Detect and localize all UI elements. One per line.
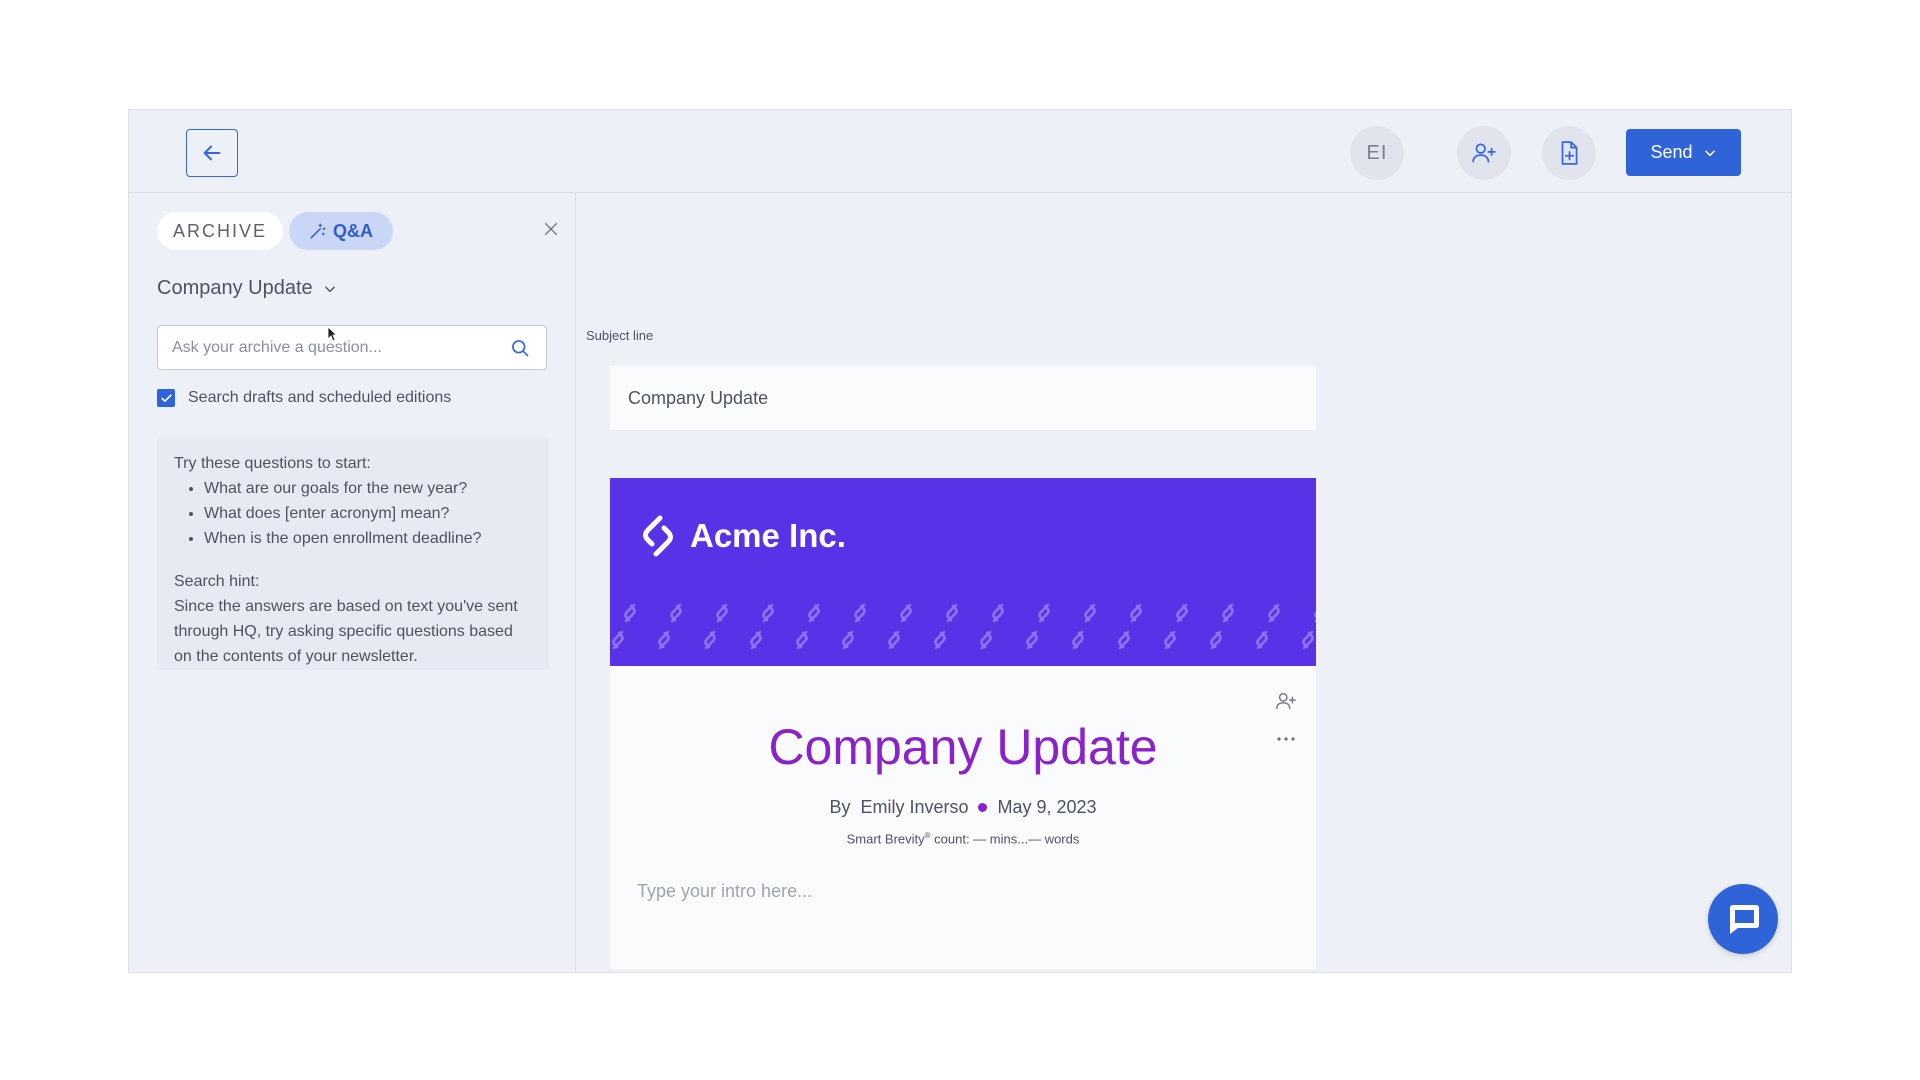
- banner-swirl: [900, 603, 912, 623]
- banner-swirl: [808, 603, 820, 623]
- author-name[interactable]: Emily Inverso: [860, 797, 968, 818]
- search-drafts-option: Search drafts and scheduled editions: [157, 389, 451, 407]
- banner-swirl: [992, 603, 1004, 623]
- subject-line-value: Company Update: [628, 387, 769, 408]
- banner-swirl: [1302, 630, 1314, 650]
- banner-swirl: [888, 630, 900, 650]
- publish-date[interactable]: May 9, 2023: [997, 797, 1096, 818]
- banner-swirl: [1210, 630, 1222, 650]
- search-icon: [512, 340, 529, 357]
- chat-support-button[interactable]: [1708, 884, 1778, 954]
- tab-qa[interactable]: Q&A: [289, 212, 393, 250]
- banner-swirl: [612, 630, 624, 650]
- intro-input[interactable]: Type your intro here...: [637, 881, 812, 902]
- byline-prefix: By: [829, 797, 851, 817]
- banner-swirl: [796, 630, 808, 650]
- wand-icon: [310, 223, 326, 239]
- banner-swirl: [1084, 603, 1096, 623]
- suggested-question[interactable]: When is the open enrollment deadline?: [204, 526, 532, 551]
- banner-swirl: [704, 630, 716, 650]
- newsletter-selector[interactable]: Company Update: [157, 277, 337, 300]
- tab-archive-label: ARCHIVE: [172, 220, 267, 241]
- send-label: Send: [1650, 142, 1693, 162]
- suggested-question[interactable]: What are our goals for the new year?: [204, 476, 532, 501]
- banner-swirl: [624, 603, 636, 623]
- app-window: EI Send ARCHIVE Q&A Company Update Ask y…: [128, 109, 1792, 973]
- qa-sidebar: ARCHIVE Q&A Company Update Ask your arch…: [129, 193, 576, 972]
- hint-title: Search hint:: [174, 573, 260, 590]
- banner-swirl: [854, 603, 866, 623]
- check-icon: [160, 393, 172, 402]
- search-button[interactable]: [510, 338, 530, 358]
- chat-icon: [1730, 905, 1759, 934]
- banner-swirl: [750, 630, 762, 650]
- banner-pattern: [612, 603, 1316, 650]
- banner-swirl: [1176, 603, 1188, 623]
- banner-swirl: [842, 630, 854, 650]
- hint-intro: Try these questions to start:: [174, 455, 371, 472]
- banner-swirl: [1130, 603, 1142, 623]
- brevity-suffix: count: — mins...— words: [930, 831, 1080, 847]
- brand-logo: Acme Inc.: [638, 514, 846, 558]
- banner-swirl: [1222, 603, 1234, 623]
- banner-swirl: [1268, 603, 1280, 623]
- banner-swirl: [1256, 630, 1268, 650]
- back-button[interactable]: [186, 129, 238, 177]
- add-collaborator-button[interactable]: [1457, 126, 1511, 180]
- banner-swirl: [980, 630, 992, 650]
- banner-swirl: [1072, 630, 1084, 650]
- smart-brevity-count: Smart Brevity® count: — mins...— words: [610, 831, 1316, 846]
- banner-swirl: [1118, 630, 1130, 650]
- close-sidebar-button[interactable]: [540, 218, 562, 240]
- send-button[interactable]: Send: [1626, 129, 1741, 176]
- user-avatar[interactable]: EI: [1350, 126, 1404, 180]
- hint-box: Try these questions to start: What are o…: [157, 437, 549, 670]
- banner-swirl: [762, 603, 774, 623]
- banner-swirl: [658, 630, 670, 650]
- chevron-down-icon: [324, 286, 335, 292]
- suggested-questions: What are our goals for the new year? Wha…: [174, 476, 532, 551]
- banner-swirl: [1164, 630, 1176, 650]
- add-author-button[interactable]: [1273, 688, 1299, 714]
- banner-swirl: [934, 630, 946, 650]
- subject-line-field[interactable]: Company Update: [610, 366, 1316, 430]
- hint-body: Since the answers are based on text you'…: [174, 598, 518, 665]
- arrow-left-icon: [203, 145, 221, 161]
- byline: By Emily Inverso May 9, 2023: [610, 797, 1316, 818]
- newsletter-selector-label: Company Update: [157, 277, 313, 299]
- file-plus-icon: [1561, 141, 1578, 165]
- avatar-initials: EI: [1366, 141, 1388, 164]
- brand-name: Acme Inc.: [690, 517, 846, 554]
- tab-qa-label: Q&A: [333, 220, 373, 241]
- brevity-prefix: Smart Brevity: [846, 831, 925, 847]
- banner-swirl: [946, 603, 958, 623]
- banner-swirl: [670, 603, 682, 623]
- banner-swirl: [1026, 630, 1038, 650]
- search-drafts-label: Search drafts and scheduled editions: [188, 389, 452, 406]
- newsletter-banner[interactable]: Acme Inc.: [610, 478, 1316, 666]
- user-plus-icon: [1472, 143, 1496, 163]
- archive-search-box: [157, 325, 547, 370]
- mouse-cursor-icon: [327, 326, 337, 342]
- top-bar: EI Send: [129, 110, 1791, 193]
- tab-archive[interactable]: ARCHIVE: [157, 212, 283, 250]
- chevron-down-icon: [1704, 149, 1715, 156]
- close-icon: [545, 223, 557, 235]
- subject-line-label: Subject line: [586, 328, 654, 343]
- search-drafts-checkbox[interactable]: [157, 389, 175, 407]
- newsletter-body: Company Update By Emily Inverso May 9, 2…: [610, 666, 1316, 969]
- acme-logo-icon: [643, 515, 673, 557]
- new-document-button[interactable]: [1542, 126, 1596, 180]
- suggested-question[interactable]: What does [enter acronym] mean?: [204, 501, 532, 526]
- byline-separator: [978, 803, 988, 812]
- user-plus-icon: [1276, 692, 1296, 710]
- banner-swirl: [1314, 603, 1316, 623]
- banner-swirl: [716, 603, 728, 623]
- newsletter-title[interactable]: Company Update: [610, 718, 1316, 776]
- banner-swirl: [1038, 603, 1050, 623]
